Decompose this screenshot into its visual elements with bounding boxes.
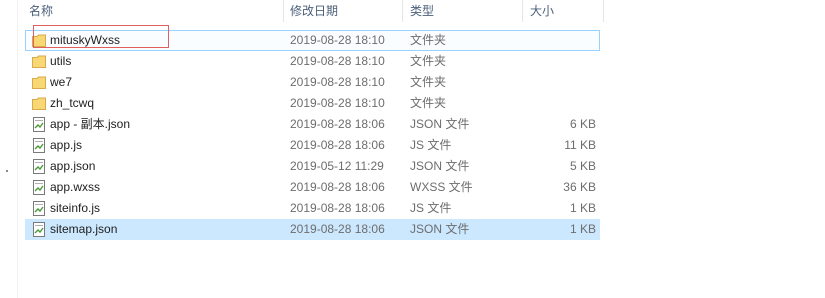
file-row[interactable]: sitemap.json 2019-08-28 18:06 JSON 文件 1 …: [0, 219, 825, 240]
file-modified: 2019-08-28 18:06: [290, 117, 385, 131]
file-type: JS 文件: [410, 201, 452, 215]
file-name[interactable]: mituskyWxss: [50, 30, 120, 51]
file-modified: 2019-08-28 18:10: [290, 96, 385, 110]
column-header-modified[interactable]: 修改日期: [290, 0, 338, 22]
file-type: JSON 文件: [410, 222, 470, 236]
file-size: 36 KB: [563, 180, 596, 194]
file-name[interactable]: app.js: [50, 135, 82, 156]
file-name[interactable]: we7: [50, 72, 72, 93]
file-type: 文件夹: [410, 54, 447, 68]
column-divider[interactable]: [522, 0, 523, 22]
file-row[interactable]: siteinfo.js 2019-08-28 18:06 JS 文件 1 KB: [0, 198, 825, 219]
file-name[interactable]: app.wxss: [50, 177, 100, 198]
file-name[interactable]: siteinfo.js: [50, 198, 100, 219]
file-type: WXSS 文件: [410, 180, 473, 194]
file-type: JSON 文件: [410, 117, 470, 131]
file-modified: 2019-08-28 18:06: [290, 180, 385, 194]
file-type: 文件夹: [410, 96, 447, 110]
file-row[interactable]: app.json 2019-05-12 11:29 JSON 文件 5 KB: [0, 156, 825, 177]
file-icon: [33, 117, 45, 132]
file-row[interactable]: app - 副本.json 2019-08-28 18:06 JSON 文件 6…: [0, 114, 825, 135]
file-size: 6 KB: [569, 117, 596, 131]
file-type: JS 文件: [410, 138, 452, 152]
folder-icon: [32, 97, 46, 110]
file-name[interactable]: zh_tcwq: [50, 93, 94, 114]
file-icon: [33, 180, 45, 195]
file-size: 1 KB: [569, 201, 596, 215]
file-modified: 2019-08-28 18:06: [290, 201, 385, 215]
file-modified: 2019-05-12 11:29: [290, 159, 384, 173]
file-row[interactable]: app.wxss 2019-08-28 18:06 WXSS 文件 36 KB: [0, 177, 825, 198]
file-size: 1 KB: [569, 222, 596, 236]
column-divider[interactable]: [283, 0, 284, 22]
file-row[interactable]: we7 2019-08-28 18:10 文件夹: [0, 72, 825, 93]
file-name[interactable]: utils: [50, 51, 71, 72]
file-type: 文件夹: [410, 75, 447, 89]
file-name[interactable]: app.json: [50, 156, 95, 177]
file-row[interactable]: app.js 2019-08-28 18:06 JS 文件 11 KB: [0, 135, 825, 156]
file-row[interactable]: zh_tcwq 2019-08-28 18:10 文件夹: [0, 93, 825, 114]
file-modified: 2019-08-28 18:06: [290, 222, 385, 236]
file-type: 文件夹: [410, 33, 447, 47]
file-icon: [33, 159, 45, 174]
file-name[interactable]: app - 副本.json: [50, 114, 130, 135]
folder-icon: [32, 34, 46, 47]
file-icon: [33, 222, 45, 237]
file-icon: [33, 201, 45, 216]
column-header-name[interactable]: 名称: [29, 0, 53, 22]
column-divider[interactable]: [603, 0, 604, 22]
folder-icon: [32, 76, 46, 89]
file-modified: 2019-08-28 18:10: [290, 75, 385, 89]
column-divider[interactable]: [402, 0, 403, 22]
file-row[interactable]: mituskyWxss 2019-08-28 18:10 文件夹: [0, 30, 825, 51]
file-icon: [33, 138, 45, 153]
file-type: JSON 文件: [410, 159, 470, 173]
column-header-type[interactable]: 类型: [410, 0, 434, 22]
file-size: 5 KB: [569, 159, 596, 173]
file-row[interactable]: utils 2019-08-28 18:10 文件夹: [0, 51, 825, 72]
file-modified: 2019-08-28 18:06: [290, 138, 385, 152]
column-header-bar: 名称 修改日期 类型 大小: [17, 0, 604, 22]
file-modified: 2019-08-28 18:10: [290, 33, 385, 47]
column-header-size[interactable]: 大小: [530, 0, 554, 22]
folder-icon: [32, 55, 46, 68]
file-modified: 2019-08-28 18:10: [290, 54, 385, 68]
file-size: 11 KB: [564, 138, 596, 152]
file-name[interactable]: sitemap.json: [50, 219, 117, 240]
